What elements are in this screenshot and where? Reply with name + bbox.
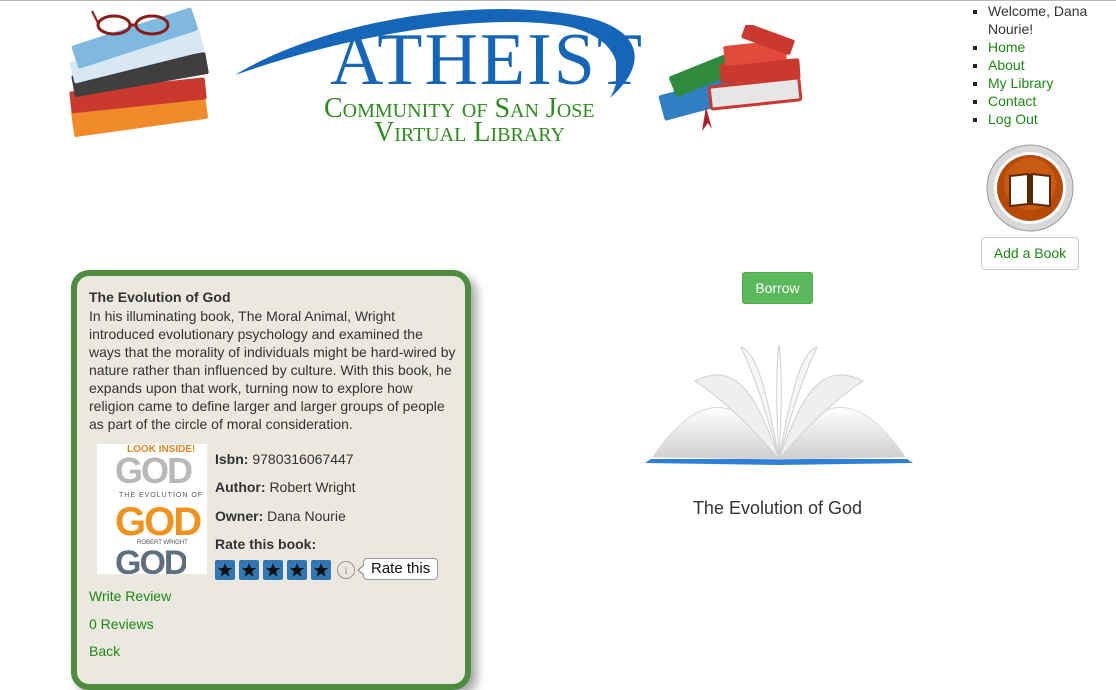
nav-link-contact[interactable]: Contact xyxy=(988,93,1036,109)
owner-label: Owner: xyxy=(215,508,264,524)
reviews-link[interactable]: 0 Reviews xyxy=(89,616,154,632)
logo-title: ATHEIST xyxy=(330,19,645,101)
write-review-link[interactable]: Write Review xyxy=(89,588,171,604)
isbn-row: Isbn: 9780316067447 xyxy=(215,451,354,467)
rate-tooltip: Rate this xyxy=(356,558,439,580)
nav-link-about[interactable]: About xyxy=(988,57,1025,73)
star-2-icon[interactable] xyxy=(239,560,259,580)
open-book-image xyxy=(645,344,913,465)
borrow-button[interactable]: Borrow xyxy=(742,272,813,304)
cover-word-2: GOD xyxy=(115,500,202,544)
author-value: Robert Wright xyxy=(269,479,356,495)
book-details-card: The Evolution of God In his illuminating… xyxy=(71,270,471,690)
nav-link-home[interactable]: Home xyxy=(988,39,1025,55)
isbn-label: Isbn: xyxy=(215,451,249,467)
logo-subtitle-library: Virtual Library xyxy=(374,117,565,148)
books-with-glasses-image xyxy=(69,7,209,137)
star-3-icon[interactable] xyxy=(263,560,283,580)
user-nav: Welcome, Dana Nourie! Home About My Libr… xyxy=(974,2,1104,128)
nav-link-my-library[interactable]: My Library xyxy=(988,75,1053,91)
cover-word-3: GOD xyxy=(115,544,187,574)
add-book-button[interactable]: Add a Book xyxy=(981,237,1079,270)
library-book-icon[interactable] xyxy=(986,144,1074,232)
star-rating: i xyxy=(215,560,355,580)
book-caption: The Evolution of God xyxy=(692,498,863,518)
author-row: Author: Robert Wright xyxy=(215,479,356,495)
cover-subtitle: THE EVOLUTION OF xyxy=(119,492,204,499)
nav-link-log-out[interactable]: Log Out xyxy=(988,111,1038,127)
stacked-books-image xyxy=(658,25,803,131)
book-cover-image: LOOK INSIDE! GOD THE EVOLUTION OF GOD RO… xyxy=(97,444,207,574)
info-icon[interactable]: i xyxy=(337,561,355,579)
owner-value: Dana Nourie xyxy=(267,508,346,524)
isbn-value: 9780316067447 xyxy=(252,451,354,467)
cover-word-1: GOD xyxy=(115,450,193,491)
star-4-icon[interactable] xyxy=(287,560,307,580)
star-1-icon[interactable] xyxy=(215,560,235,580)
welcome-message: Welcome, Dana Nourie! xyxy=(988,2,1104,38)
back-link[interactable]: Back xyxy=(89,643,120,659)
author-label: Author: xyxy=(215,479,266,495)
rate-label: Rate this book: xyxy=(215,536,317,552)
book-description: In his illuminating book, The Moral Anim… xyxy=(89,308,456,432)
star-5-icon[interactable] xyxy=(311,560,331,580)
owner-row: Owner: Dana Nourie xyxy=(215,508,346,524)
site-banner: ATHEIST Community of San Jose Virtual Li… xyxy=(62,3,822,147)
book-title: The Evolution of God xyxy=(89,289,231,305)
